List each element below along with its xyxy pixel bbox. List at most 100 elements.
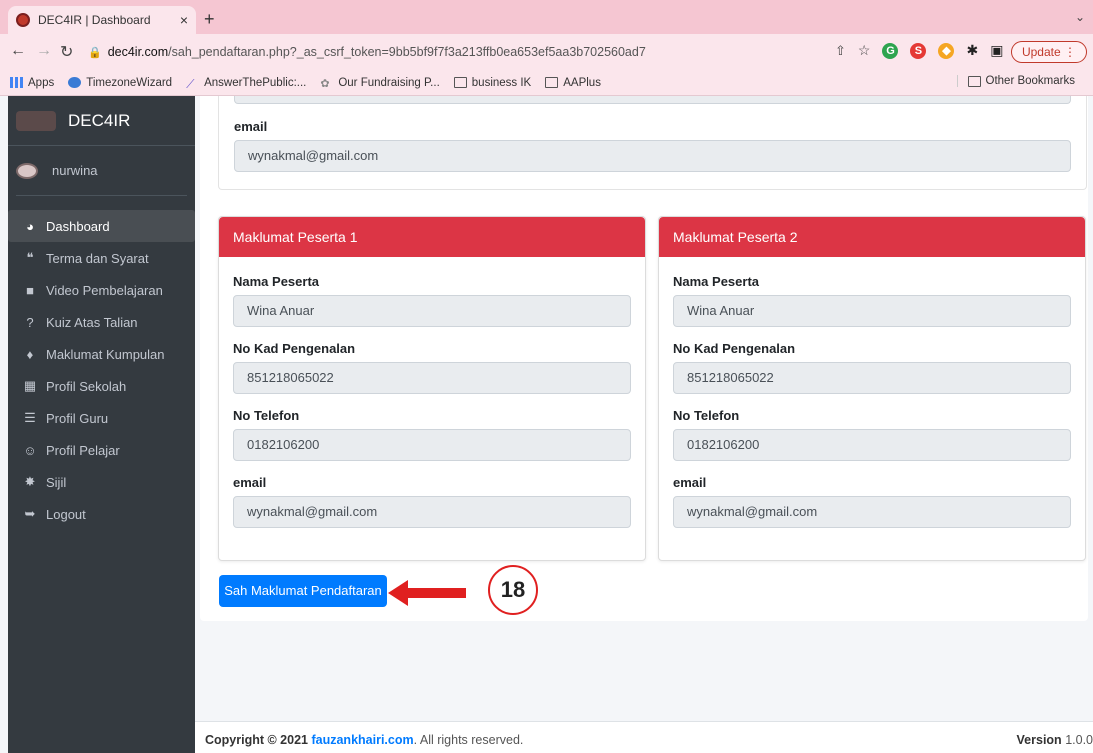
tel-field[interactable]: 0182106200	[233, 429, 631, 461]
sidebar-item-label: Sijil	[46, 474, 67, 490]
brand-link[interactable]: DEC4IR	[8, 96, 195, 146]
step-number-badge: 18	[488, 565, 538, 615]
folder-icon	[545, 77, 559, 88]
extension-icons: ⇧ ☆ G S ◆ ✱ ▣	[835, 42, 1032, 59]
server-icon: ☰	[24, 410, 36, 425]
sidebar-item-kuiz[interactable]: ? Kuiz Atas Talian	[8, 306, 195, 338]
sidebar-item-label: Profil Pelajar	[46, 442, 120, 458]
email-field[interactable]: wynakmal@gmail.com	[233, 496, 631, 528]
sah-maklumat-button[interactable]: Sah Maklumat Pendaftaran	[219, 575, 387, 607]
rights-text: . All rights reserved.	[413, 733, 524, 747]
extension-s-icon[interactable]: S	[910, 42, 927, 59]
tab-title: DEC4IR | Dashboard	[38, 13, 151, 27]
sidebar-item-video[interactable]: ■ Video Pembelajaran	[8, 274, 195, 306]
email-label: email	[234, 119, 268, 134]
ic-label: No Kad Pengenalan	[233, 341, 356, 356]
bookmark-business-ik[interactable]: business IK	[453, 76, 532, 89]
atp-icon: ⟋	[186, 77, 195, 91]
folder-icon	[967, 75, 981, 87]
sidebar-menu: ◕ Dashboard ❝ Terma dan Syarat ■ Video Pemb…	[8, 210, 195, 530]
browser-tab[interactable]: DEC4IR | Dashboard ×	[8, 6, 196, 34]
bookmark-label: Apps	[28, 76, 55, 89]
other-bookmarks[interactable]: Other Bookmarks	[956, 75, 1075, 87]
sidebar-item-sekolah[interactable]: ▦ Profil Sekolah	[8, 370, 195, 402]
tint-icon: ♦	[26, 346, 34, 362]
main-content: email wynakmal@gmail.com Maklumat Pesert…	[195, 96, 1093, 753]
bookmark-answerthepublic[interactable]: ⟋ AnswerThePublic:...	[186, 76, 307, 92]
tel-label: No Telefon	[233, 408, 300, 423]
ic-field[interactable]: 851218065022	[233, 362, 631, 394]
sidebar-item-terma[interactable]: ❝ Terma dan Syarat	[8, 242, 195, 274]
lock-icon: 🔒	[88, 46, 102, 59]
bookmarks-bar: Apps TimezoneWizard ⟋ AnswerThePublic:...…	[0, 70, 1093, 96]
peserta-2-card: Maklumat Peserta 2 Nama Peserta Wina Anu…	[658, 216, 1086, 561]
peserta-1-card: Maklumat Peserta 1 Nama Peserta Wina Anu…	[218, 216, 646, 561]
nama-field[interactable]: Wina Anuar	[233, 295, 631, 327]
brand-logo	[16, 110, 56, 131]
sidebar-item-label: Dashboard	[46, 218, 110, 234]
site-favicon-icon	[16, 13, 30, 27]
tel-label: No Telefon	[673, 408, 740, 423]
reload-icon[interactable]: ↻	[60, 42, 73, 62]
fundraising-icon: ✿	[320, 78, 330, 90]
bookmark-apps[interactable]: Apps	[10, 77, 54, 89]
nama-field[interactable]: Wina Anuar	[673, 295, 1071, 327]
bookmark-label: TimezoneWizard	[86, 76, 173, 89]
tab-search-icon[interactable]: ⌄	[1075, 10, 1085, 24]
form-panel: email wynakmal@gmail.com Maklumat Pesert…	[200, 96, 1088, 621]
question-icon: ?	[26, 314, 34, 330]
bookmark-label: AAPlus	[563, 76, 601, 89]
sidebar-item-dashboard[interactable]: ◕ Dashboard	[8, 210, 195, 242]
sidebar-item-guru[interactable]: ☰ Profil Guru	[8, 402, 195, 434]
user-panel[interactable]: nurwina	[16, 146, 187, 196]
sidebar-item-label: Video Pembelajaran	[46, 282, 163, 298]
nama-label: Nama Peserta	[233, 274, 319, 289]
timezone-icon	[68, 77, 82, 88]
sidebar-item-logout[interactable]: ➥ Logout	[8, 498, 195, 530]
url-bar[interactable]: 🔒 dec4ir.com/sah_pendaftaran.php?_as_csr…	[88, 40, 828, 64]
registration-card: email wynakmal@gmail.com	[218, 96, 1087, 190]
email-field[interactable]: wynakmal@gmail.com	[673, 496, 1071, 528]
email-label: email	[233, 475, 267, 490]
update-button[interactable]: Update ⋮	[1010, 41, 1087, 63]
tachometer-icon: ◕	[26, 218, 34, 234]
sidepanel-icon[interactable]: ▣	[990, 42, 1003, 59]
forward-arrow-icon[interactable]: →	[36, 42, 52, 60]
back-arrow-icon[interactable]: ←	[10, 42, 26, 60]
apps-grid-icon	[10, 77, 23, 88]
sidebar: DEC4IR nurwina ◕ Dashboard ❝ Terma dan Sya…	[8, 96, 195, 753]
previous-field[interactable]	[234, 96, 1071, 104]
sign-out-icon: ➥	[24, 506, 36, 521]
grammarly-icon[interactable]: G	[882, 42, 899, 59]
sidebar-item-sijil[interactable]: ✸ Sijil	[8, 466, 195, 498]
tel-field[interactable]: 0182106200	[673, 429, 1071, 461]
extensions-puzzle-icon[interactable]: ✱	[966, 42, 978, 59]
certificate-icon: ✸	[24, 474, 36, 489]
quote-icon: ❝	[26, 250, 34, 265]
email-field[interactable]: wynakmal@gmail.com	[234, 140, 1071, 172]
user-name: nurwina	[52, 163, 98, 178]
new-tab-button[interactable]: +	[204, 9, 215, 30]
extension-honey-icon[interactable]: ◆	[938, 42, 955, 59]
sidebar-item-label: Profil Sekolah	[46, 378, 127, 394]
sidebar-item-kumpulan[interactable]: ♦ Maklumat Kumpulan	[8, 338, 195, 370]
bookmark-star-icon[interactable]: ☆	[858, 42, 871, 59]
bookmark-label: AnswerThePublic:...	[204, 76, 307, 89]
user-circle-icon: ☺	[23, 442, 37, 458]
address-toolbar: ← → ↻ 🔒 dec4ir.com/sah_pendaftaran.php?_…	[0, 34, 1093, 70]
bookmark-timezonewizard[interactable]: TimezoneWizard	[68, 77, 172, 89]
sidebar-item-pelajar[interactable]: ☺ Profil Pelajar	[8, 434, 195, 466]
bookmark-aaplus[interactable]: AAPlus	[545, 77, 601, 89]
footer-link[interactable]: fauzankhairi.com	[311, 733, 413, 747]
sidebar-item-label: Terma dan Syarat	[46, 250, 149, 266]
ic-field[interactable]: 851218065022	[673, 362, 1071, 394]
url-path: /sah_pendaftaran.php?_as_csrf_token=9bb5…	[168, 45, 646, 59]
share-icon[interactable]: ⇧	[835, 43, 846, 59]
folder-icon	[453, 77, 467, 88]
ic-label: No Kad Pengenalan	[673, 341, 796, 356]
bookmark-label: business IK	[471, 76, 532, 89]
video-icon: ■	[26, 282, 34, 298]
tab-close-icon[interactable]: ×	[180, 12, 188, 28]
bookmark-fundraising[interactable]: ✿ Our Fundraising P...	[320, 77, 439, 91]
brand-name: DEC4IR	[68, 110, 131, 130]
